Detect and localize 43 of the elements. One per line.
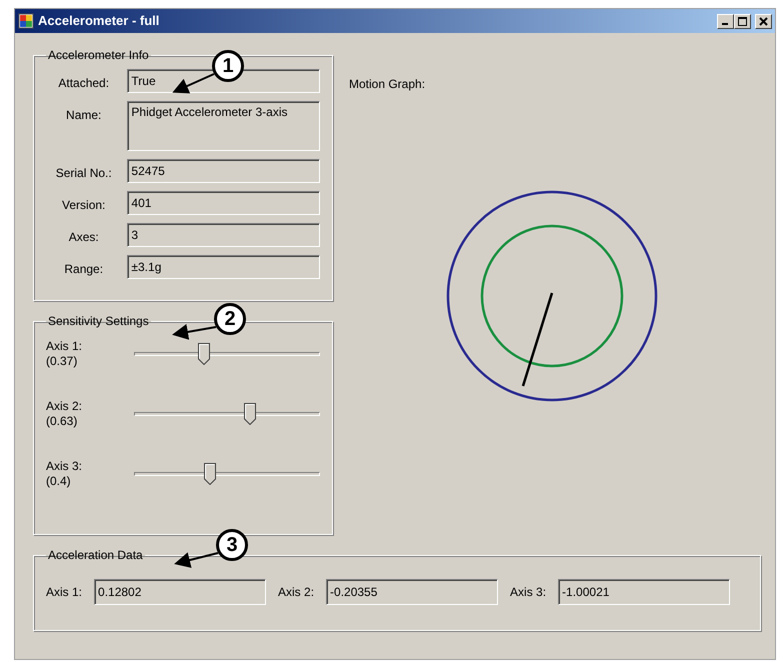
group-title: Acceleration Data bbox=[47, 549, 144, 561]
close-icon bbox=[759, 16, 768, 26]
slider-thumb[interactable] bbox=[204, 463, 216, 485]
text-field[interactable]: ±3.1g bbox=[127, 255, 320, 279]
axis-label: Axis 2: bbox=[278, 584, 314, 601]
slider-label: Axis 2: bbox=[46, 399, 84, 414]
text-field[interactable]: -1.00021 bbox=[558, 579, 730, 605]
close-button[interactable] bbox=[755, 14, 772, 28]
text-field[interactable]: 401 bbox=[127, 191, 320, 215]
field-label: Version: bbox=[61, 197, 106, 214]
text-field[interactable]: -0.20355 bbox=[326, 579, 498, 605]
callout-arrow bbox=[172, 73, 214, 94]
slider-reading: (0.37) bbox=[46, 354, 78, 369]
slider-reading: (0.4) bbox=[46, 474, 71, 489]
field-label: Serial No.: bbox=[54, 165, 113, 182]
window-title: Accelerometer - full bbox=[38, 12, 160, 30]
axis-label: Axis 3: bbox=[510, 584, 546, 601]
text-field[interactable]: Phidget Accelerometer 3-axis bbox=[127, 101, 320, 151]
text-field[interactable]: 52475 bbox=[127, 159, 320, 183]
group-title: Accelerometer Info bbox=[47, 49, 150, 61]
maximize-button[interactable] bbox=[734, 14, 751, 28]
minimize-button[interactable] bbox=[717, 14, 734, 28]
text-field[interactable]: 3 bbox=[127, 223, 320, 247]
maximize-icon bbox=[738, 16, 747, 26]
slider-label: Axis 3: bbox=[46, 459, 84, 474]
field-label: Range: bbox=[63, 261, 104, 278]
field-label: Axes: bbox=[68, 229, 100, 246]
slider[interactable] bbox=[134, 463, 320, 485]
callout-arrow bbox=[174, 552, 218, 568]
motion-graph-label: Motion Graph: bbox=[349, 76, 426, 93]
slider[interactable] bbox=[134, 343, 320, 365]
slider[interactable] bbox=[134, 403, 320, 425]
slider-reading: (0.63) bbox=[46, 414, 78, 429]
app-icon bbox=[18, 13, 34, 29]
callout-arrow bbox=[172, 324, 216, 340]
slider-thumb[interactable] bbox=[244, 403, 256, 425]
axis-label: Axis 1: bbox=[46, 584, 82, 601]
group-title: Sensitivity Settings bbox=[47, 315, 150, 327]
field-label: Name: bbox=[65, 107, 102, 124]
field-label: Attached: bbox=[57, 75, 110, 92]
text-field[interactable]: 0.12802 bbox=[94, 579, 266, 605]
slider-thumb[interactable] bbox=[198, 343, 210, 365]
slider-label: Axis 1: bbox=[46, 339, 84, 354]
